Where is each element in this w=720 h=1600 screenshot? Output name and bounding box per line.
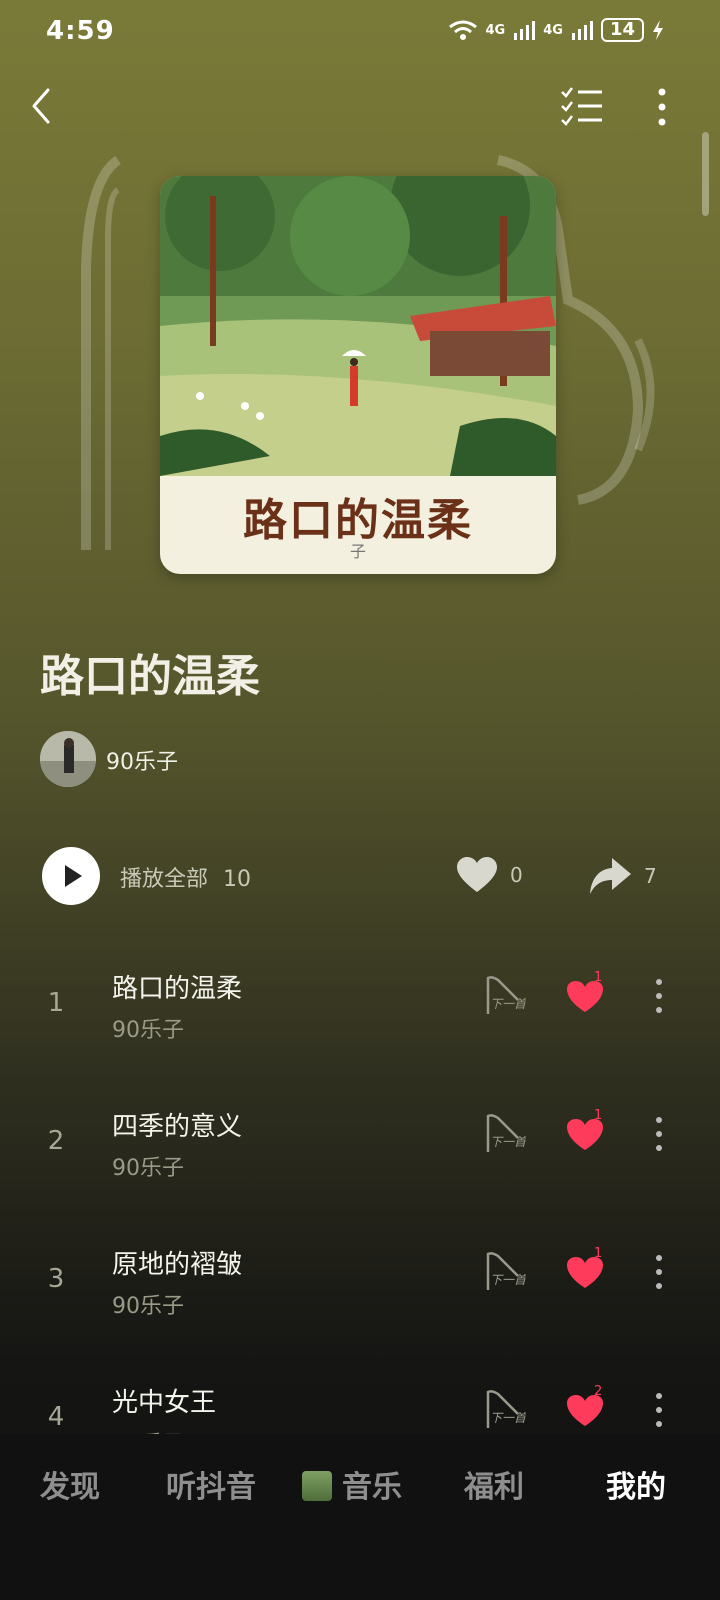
- song-more-button[interactable]: [652, 1252, 666, 1292]
- song-more-button[interactable]: [652, 1114, 666, 1154]
- nav-tab-listen-douyin[interactable]: 听抖音: [166, 1462, 256, 1506]
- song-like-count: 1: [594, 1108, 603, 1123]
- more-options-button[interactable]: [652, 84, 672, 130]
- cover-artwork: [160, 176, 556, 476]
- song-artist: 90乐子: [112, 1018, 184, 1043]
- more-vertical-icon: [656, 979, 662, 1013]
- signal-icon: [514, 21, 536, 40]
- status-time: 4:59: [46, 16, 115, 46]
- share-icon: [590, 858, 631, 894]
- play-next-button[interactable]: 下一首: [484, 1388, 528, 1432]
- avatar-image: [40, 731, 96, 787]
- charging-icon: [653, 20, 663, 40]
- play-next-text: 下一首: [490, 997, 526, 1011]
- album-title: 路口的温柔: [40, 651, 260, 702]
- nav-tab-discover[interactable]: 发现: [40, 1462, 100, 1506]
- scrollbar[interactable]: [702, 132, 709, 216]
- song-more-button[interactable]: [652, 976, 666, 1016]
- song-title: 路口的温柔: [112, 974, 243, 1004]
- song-artist: 90乐子: [112, 1294, 184, 1319]
- song-artist: 90乐子: [112, 1156, 184, 1181]
- nav-tab-welfare[interactable]: 福利: [464, 1462, 524, 1506]
- play-next-button[interactable]: 下一首: [484, 974, 528, 1018]
- heart-icon: [457, 857, 497, 892]
- play-next-icon: 下一首: [486, 1114, 528, 1152]
- cover-subtitle-text: 子: [349, 542, 366, 561]
- liked-heart-icon[interactable]: [566, 980, 604, 1014]
- play-next-icon: 下一首: [486, 1390, 528, 1428]
- more-vertical-icon: [656, 1117, 662, 1151]
- network-label-1: 4G: [485, 22, 506, 38]
- album-cover[interactable]: 路口的温柔 子: [160, 176, 556, 574]
- song-title: 光中女王: [112, 1388, 217, 1418]
- more-vertical-icon: [656, 1255, 662, 1289]
- song-index: 2: [47, 1126, 65, 1156]
- play-all-label[interactable]: 播放全部 10: [120, 861, 251, 893]
- nav-tab-music[interactable]: 音乐: [302, 1462, 402, 1506]
- more-vertical-icon: [658, 88, 666, 126]
- more-vertical-icon: [656, 1393, 662, 1427]
- checklist-icon: [561, 87, 602, 126]
- multi-select-button[interactable]: [560, 86, 606, 126]
- play-next-text: 下一首: [490, 1411, 526, 1425]
- play-next-text: 下一首: [490, 1135, 526, 1149]
- share-count: 7: [644, 864, 657, 888]
- play-all-text: 播放全部: [120, 867, 209, 892]
- song-index: 1: [47, 988, 65, 1018]
- song-title: 原地的褶皱: [112, 1250, 243, 1280]
- song-row[interactable]: 4 光中女王 90乐子 下一首 2: [0, 1364, 720, 1434]
- song-row[interactable]: 2 四季的意义 90乐子 下一首 1: [0, 1088, 720, 1226]
- status-icons: 4G 4G 14: [448, 18, 665, 42]
- bottom-nav: 发现 听抖音 音乐 福利 我的: [0, 1434, 720, 1600]
- network-label-2: 4G: [543, 22, 563, 38]
- song-more-button[interactable]: [652, 1390, 666, 1430]
- play-next-button[interactable]: 下一首: [484, 1112, 528, 1156]
- song-row[interactable]: 3 原地的褶皱 90乐子 下一首 1: [0, 1226, 720, 1364]
- play-next-text: 下一首: [490, 1273, 526, 1287]
- song-list[interactable]: 1 路口的温柔 90乐子 下一首 1 2 四季的意义 90乐子 下一首 1 3 …: [0, 950, 720, 1434]
- song-index: 4: [47, 1402, 65, 1432]
- nav-tab-music-label: 音乐: [342, 1470, 402, 1505]
- play-next-icon: 下一首: [486, 1252, 528, 1290]
- play-icon: [65, 865, 82, 887]
- chevron-left-icon: [32, 88, 50, 124]
- liked-heart-icon[interactable]: [566, 1118, 604, 1152]
- liked-heart-icon[interactable]: [566, 1394, 604, 1428]
- play-next-button[interactable]: 下一首: [484, 1250, 528, 1294]
- signal-icon: [571, 21, 593, 40]
- song-like-count: 2: [594, 1384, 603, 1399]
- song-artist: 90乐子: [112, 1426, 184, 1434]
- battery-indicator: 14: [600, 18, 644, 42]
- wifi-icon: [448, 20, 477, 40]
- share-button[interactable]: 7: [588, 856, 657, 896]
- like-button[interactable]: 0: [456, 856, 523, 894]
- artist-avatar[interactable]: [40, 731, 96, 787]
- back-button[interactable]: [26, 84, 66, 130]
- song-index: 3: [47, 1264, 65, 1294]
- liked-heart-icon[interactable]: [566, 1256, 604, 1290]
- song-like-count: 1: [594, 970, 603, 985]
- song-count: 10: [223, 867, 252, 892]
- artist-name[interactable]: 90乐子: [106, 744, 178, 776]
- song-like-count: 1: [594, 1246, 603, 1261]
- music-thumbnail-icon: [302, 1471, 332, 1501]
- play-all-button[interactable]: [42, 847, 100, 905]
- play-next-icon: 下一首: [486, 976, 528, 1014]
- song-row[interactable]: 1 路口的温柔 90乐子 下一首 1: [0, 950, 720, 1088]
- nav-tab-mine[interactable]: 我的: [606, 1462, 666, 1506]
- like-count: 0: [510, 863, 523, 887]
- song-title: 四季的意义: [112, 1112, 243, 1142]
